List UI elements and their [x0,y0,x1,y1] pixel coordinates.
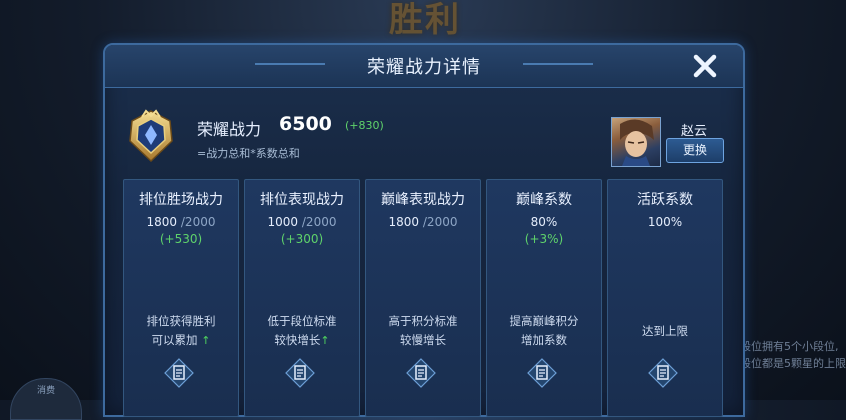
document-icon[interactable] [527,358,557,388]
card-max: /2000 [301,215,337,229]
background-side-text-1: 段位拥有5个小段位, [740,340,839,353]
glory-power-panel: 荣耀战力详情 荣耀战力 6500 (+830) =战力总和*系数总和 赵云 更换… [103,43,745,417]
card-delta: (+300) [280,232,324,246]
card-value-line: 1000 /2000 [245,215,359,229]
card-value: 100% [647,215,683,229]
power-label: 荣耀战力 [197,120,262,139]
close-button[interactable] [685,49,725,83]
glory-emblem-icon [129,109,173,163]
document-icon[interactable] [164,358,194,388]
card-max: /2000 [180,215,216,229]
card-desc-line-1: 低于段位标准 [267,314,337,328]
card-max: /2000 [422,215,458,229]
card-value: 80% [530,215,558,229]
card-description: 高于积分标准 较慢增长 [366,312,480,350]
panel-header: 荣耀战力详情 [105,45,743,88]
card-desc-line-1: 高于积分标准 [388,314,458,328]
card-desc-line-1: 达到上限 [642,324,688,338]
card-title: 排位表现战力 [260,192,344,208]
power-value: 6500 [279,113,332,135]
card-title: 巅峰表现战力 [381,192,465,208]
card-value-line: 80% [487,215,601,229]
card-title: 活跃系数 [637,192,693,208]
hero-portrait-icon [620,119,654,166]
card-title: 巅峰系数 [516,192,572,208]
card-description: 低于段位标准 较快增长↑ [245,312,359,350]
card-description: 排位获得胜利 可以累加 ↑ [124,312,238,350]
up-arrow-icon: ↑ [320,334,330,347]
card-value-line: 1800 /2000 [124,215,238,229]
card-desc-line-1: 排位获得胜利 [146,314,216,328]
close-icon [693,54,717,78]
card-value: 1800 [388,215,420,229]
background-side-text-2: 段位都是5颗星的上限 [740,357,846,370]
card-desc-line-2: 较快增长 [274,333,321,347]
card-peak-performance-power: 巅峰表现战力 1800 /2000 高于积分标准 较慢增长 [365,179,481,417]
power-delta: (+830) [345,119,384,132]
card-desc-line-2: 可以累加 [151,333,198,347]
card-desc-line-1: 提高巅峰积分 [509,314,579,328]
document-icon[interactable] [285,358,315,388]
card-title: 排位胜场战力 [139,192,223,208]
card-peak-coefficient: 巅峰系数 80% (+3%) 提高巅峰积分 增加系数 [486,179,602,417]
card-active-coefficient: 活跃系数 100% 达到上限 [607,179,723,417]
hero-avatar[interactable] [611,117,661,167]
card-delta: (+3%) [524,232,564,246]
card-value-line: 100% [608,215,722,229]
document-icon[interactable] [406,358,436,388]
card-value: 1800 [146,215,178,229]
hero-name: 赵云 [680,124,707,139]
card-value-line: 1800 /2000 [366,215,480,229]
card-rank-win-power: 排位胜场战力 1800 /2000 (+530) 排位获得胜利 可以累加 ↑ [123,179,239,417]
panel-title: 荣耀战力详情 [367,57,481,78]
card-desc-line-2: 增加系数 [521,333,567,347]
victory-background-text: 胜利 [389,0,461,40]
up-arrow-icon: ↑ [201,334,211,347]
card-description: 提高巅峰积分 增加系数 [487,312,601,350]
change-hero-button[interactable]: 更换 [666,138,724,163]
document-icon[interactable] [648,358,678,388]
background-left-badge: 消费 [10,378,82,420]
power-formula: =战力总和*系数总和 [197,147,300,160]
card-value: 1000 [267,215,299,229]
card-desc-line-2: 较慢增长 [400,333,446,347]
card-rank-performance-power: 排位表现战力 1000 /2000 (+300) 低于段位标准 较快增长↑ [244,179,360,417]
card-description: 达到上限 [608,322,722,341]
card-delta: (+530) [159,232,203,246]
